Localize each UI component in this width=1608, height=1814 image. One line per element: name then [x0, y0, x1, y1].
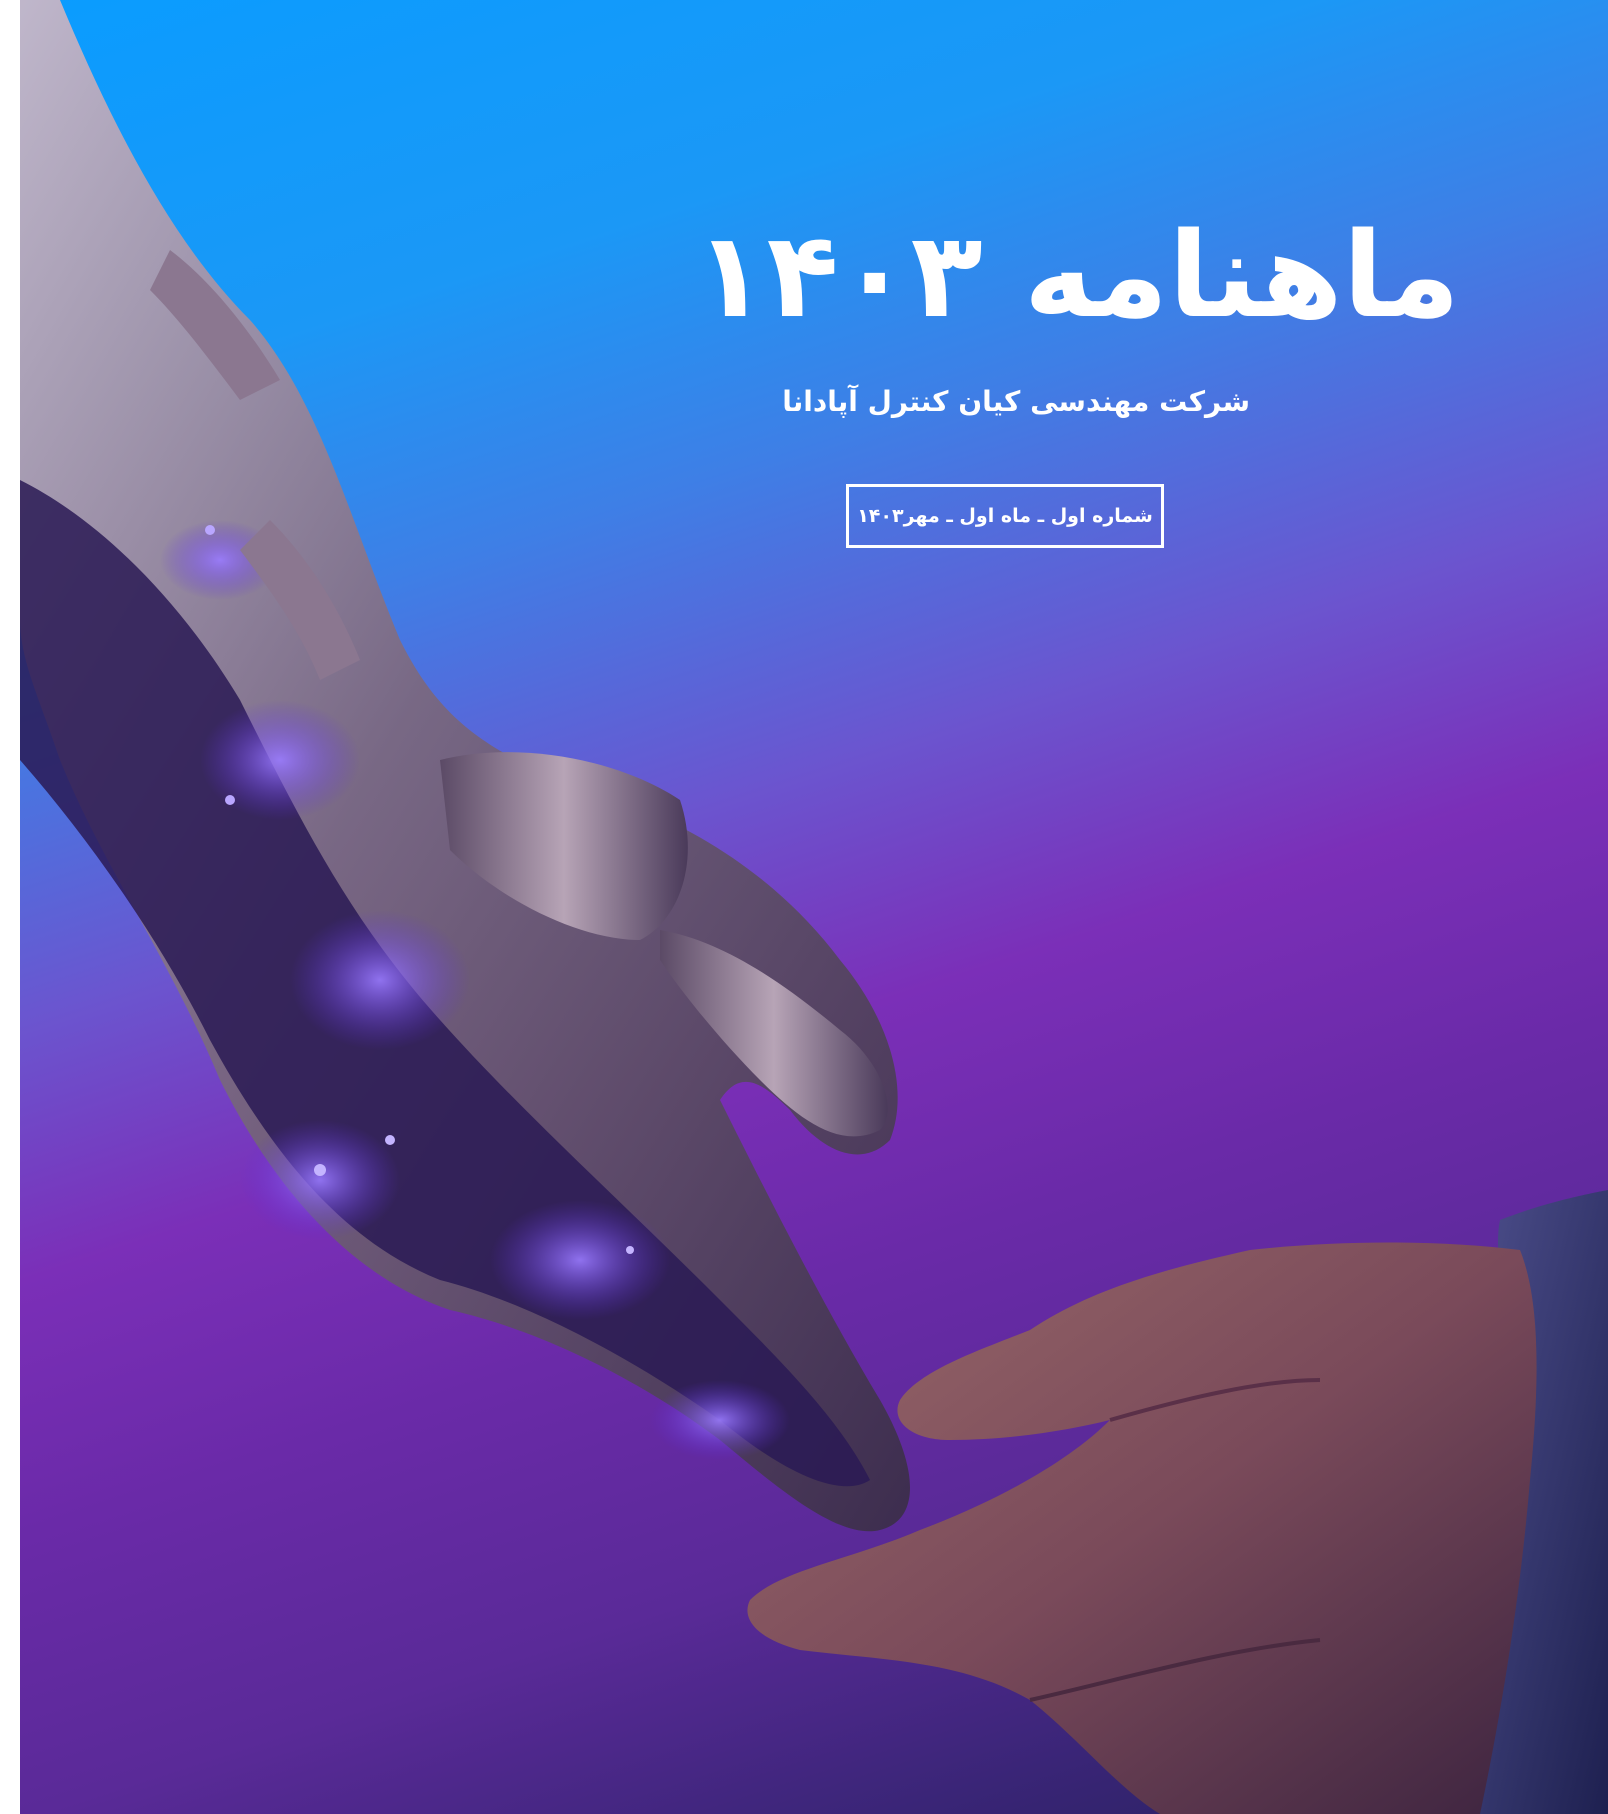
cover-title: ماهنامه ۱۴۰۳ [694, 206, 1460, 344]
magazine-cover-page: ماهنامه ۱۴۰۳ شرکت مهندسی کیان کنترل آپاد… [0, 0, 1608, 1814]
issue-badge: شماره اول ـ ماه اول ـ مهر۱۴۰۳ [846, 484, 1164, 548]
cover-background: ماهنامه ۱۴۰۳ شرکت مهندسی کیان کنترل آپاد… [20, 0, 1608, 1814]
cover-subtitle: شرکت مهندسی کیان کنترل آپادانا [782, 385, 1250, 418]
issue-label: شماره اول ـ ماه اول ـ مهر۱۴۰۳ [857, 505, 1153, 527]
